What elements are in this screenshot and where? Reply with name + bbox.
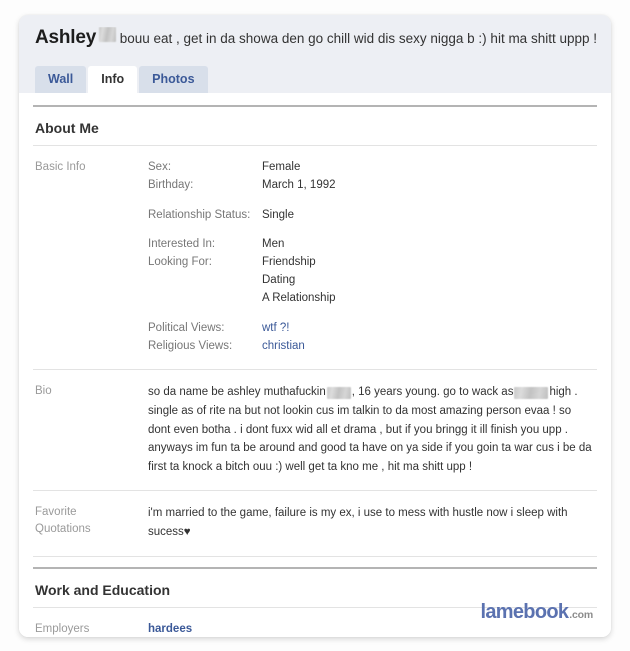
field-group-interests: Interested In: Men Looking For: Friendsh… xyxy=(148,236,595,307)
row-label-basic-info: Basic Info xyxy=(35,161,86,173)
field-value-looking-for: Friendship Dating A Relationship xyxy=(262,254,595,307)
row-bio: Bio so da name be ashley muthafuckin , 16… xyxy=(33,370,597,492)
row-label-favorite-quotations-line1: Favorite xyxy=(35,506,77,519)
profile-tab-bar[interactable]: Wall Info Photos xyxy=(35,66,210,93)
redacted-name-block xyxy=(99,27,116,42)
profile-name: Ashley xyxy=(35,27,97,48)
field-key-sex: Sex: xyxy=(148,161,172,173)
field-key-relationship-status: Relationship Status: xyxy=(148,208,251,221)
field-group-views: Political Views: wtf ?! Religious Views:… xyxy=(148,320,595,356)
bio-part-1: so da name be ashley muthafuckin xyxy=(148,386,326,399)
row-label-favorite-quotations-line2: Quotations xyxy=(35,523,91,536)
field-interested-in: Interested In: Men xyxy=(148,236,595,254)
field-value-political-views[interactable]: wtf ?! xyxy=(262,320,595,338)
screenshot-root: Ashley bouu eat , get in da showa den go… xyxy=(0,0,630,651)
basic-info-fields: Sex: Female Birthday: March 1, 1992 Rela… xyxy=(148,159,595,355)
field-key-birthday: Birthday: xyxy=(148,178,194,191)
watermark-tld-text: .com xyxy=(569,609,593,621)
favorite-quotations-text: i'm married to the game, failure is my e… xyxy=(148,507,568,539)
field-key-political-views: Political Views: xyxy=(148,321,225,334)
field-religious-views: Religious Views: christian xyxy=(148,338,595,356)
redacted-bio-block-2 xyxy=(514,387,549,400)
tab-info[interactable]: Info xyxy=(88,66,138,93)
looking-for-item-relationship: A Relationship xyxy=(262,291,336,304)
field-relationship-status: Relationship Status: Single xyxy=(148,207,595,225)
field-value-sex: Female xyxy=(262,161,301,173)
field-group-identity: Sex: Female Birthday: March 1, 1992 xyxy=(148,159,595,195)
field-key-interested-in: Interested In: xyxy=(148,238,216,251)
bio-part-3: high . single as of rite na but not look… xyxy=(148,386,592,473)
field-group-relationship: Relationship Status: Single xyxy=(148,207,595,225)
row-label-bio: Bio xyxy=(35,385,52,398)
looking-for-item-friendship: Friendship xyxy=(262,256,316,269)
field-value-religious-views[interactable]: christian xyxy=(262,338,595,356)
redacted-bio-block-1 xyxy=(326,387,351,400)
row-favorite-quotations: Favorite Quotations i'm married to the g… xyxy=(33,491,597,557)
lamebook-watermark: lamebook .com xyxy=(480,601,594,624)
profile-status-line: Ashley bouu eat , get in da showa den go… xyxy=(33,27,597,50)
profile-header: Ashley bouu eat , get in da showa den go… xyxy=(19,15,611,93)
field-political-views: Political Views: wtf ?! xyxy=(148,320,595,338)
field-value-interested-in: Men xyxy=(262,238,285,251)
watermark-main-text: lamebook xyxy=(480,601,569,623)
row-basic-info: Basic Info Sex: Female Birthday: March 1… xyxy=(33,146,597,371)
bio-part-2: , 16 years young. go to wack as xyxy=(351,386,514,399)
field-birthday: Birthday: March 1, 1992 xyxy=(148,177,595,195)
row-label-favorite-quotations: Favorite Quotations xyxy=(35,504,148,541)
field-key-looking-for: Looking For: xyxy=(148,256,212,269)
profile-status-text: bouu eat , get in da showa den go chill … xyxy=(119,31,597,46)
field-looking-for: Looking For: Friendship Dating A Relatio… xyxy=(148,254,595,307)
field-value-birthday: March 1, 1992 xyxy=(262,178,336,191)
row-label-employers: Employers xyxy=(35,622,90,635)
bio-text: so da name be ashley muthafuckin , 16 yea… xyxy=(148,383,595,476)
field-key-religious-views: Religious Views: xyxy=(148,339,233,352)
facebook-profile-card: Ashley bouu eat , get in da showa den go… xyxy=(19,15,611,637)
field-sex: Sex: Female xyxy=(148,159,595,177)
section-title-about-me: About Me xyxy=(33,105,597,146)
field-value-relationship-status: Single xyxy=(262,208,294,221)
looking-for-item-dating: Dating xyxy=(262,274,296,287)
tab-wall[interactable]: Wall xyxy=(35,66,87,93)
tab-photos[interactable]: Photos xyxy=(139,66,208,93)
profile-body: About Me Basic Info Sex: Female Birthday… xyxy=(19,105,611,637)
